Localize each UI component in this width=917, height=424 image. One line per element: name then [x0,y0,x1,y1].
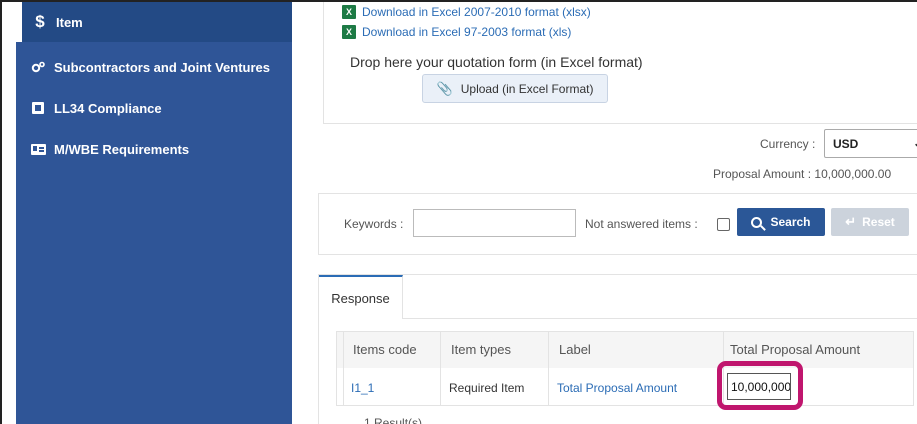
excel-icon: X [342,25,356,39]
download-xls-link[interactable]: X Download in Excel 97-2003 format (xls) [342,25,571,39]
sidebar-item-label: Item [56,14,83,30]
tab-response[interactable]: Response [319,275,403,319]
sidebar-item-item[interactable]: $ Item [16,2,292,42]
item-code-link[interactable]: I1_1 [351,381,374,395]
not-answered-checkbox[interactable] [717,218,730,231]
search-button-label: Search [770,215,811,229]
chevron-down-icon: ⌄ [913,136,917,150]
currency-value: USD [833,136,859,151]
sidebar-item-subcontractors[interactable]: Subcontractors and Joint Ventures [16,47,292,87]
column-divider [440,331,441,406]
results-count: 1 Result(s) [364,416,423,424]
excel-icon: X [342,5,356,19]
sidebar-item-mwbe[interactable]: M/WBE Requirements [16,129,292,169]
box-icon [28,102,48,114]
drop-zone-text: Drop here your quotation form (in Excel … [350,54,643,70]
item-type: Required Item [449,381,525,395]
sidebar-item-label: M/WBE Requirements [54,141,190,157]
reset-button-label: Reset [862,215,895,229]
upload-button-label: Upload (in Excel Format) [460,81,594,96]
total-proposal-amount-input[interactable] [727,373,791,400]
app-frame: $ Item Subcontractors and Joint Ventures… [0,0,917,424]
keywords-label: Keywords : [344,217,404,231]
not-answered-label: Not answered items : [585,217,698,231]
sidebar-item-ll34[interactable]: LL34 Compliance [16,88,292,128]
sidebar-item-label: LL34 Compliance [54,100,162,116]
undo-arrow-icon: ↵ [845,214,857,229]
reset-button[interactable]: ↵ Reset [831,208,909,236]
download-xls-label: Download in Excel 97-2003 format (xls) [362,25,572,39]
column-header-total-proposal-amount[interactable]: Total Proposal Amount [730,342,860,357]
search-button[interactable]: Search [737,208,825,236]
download-xlsx-link[interactable]: X Download in Excel 2007-2010 format (xl… [342,5,591,19]
upload-button[interactable]: 📎 Upload (in Excel Format) [422,74,608,103]
dollar-icon: $ [35,12,45,31]
currency-label: Currency : [760,137,816,151]
proposal-amount: Proposal Amount : 10,000,000.00 [713,167,892,181]
column-divider [548,331,549,406]
paperclip-icon: 📎 [436,80,453,96]
column-header-label[interactable]: Label [559,342,591,357]
search-icon [751,216,763,228]
gears-icon [28,61,48,73]
keywords-input[interactable] [413,209,576,237]
download-xlsx-label: Download in Excel 2007-2010 format (xlsx… [362,5,591,19]
upload-panel: X Download in Excel 2007-2010 format (xl… [323,2,917,124]
column-header-item-types[interactable]: Item types [451,342,511,357]
sidebar-item-label: Subcontractors and Joint Ventures [54,59,270,75]
column-header-items-code[interactable]: Items code [353,342,417,357]
item-label-link[interactable]: Total Proposal Amount [557,381,677,395]
tab-divider [403,318,917,319]
sidebar: $ Item Subcontractors and Joint Ventures… [16,2,292,424]
currency-select[interactable]: USD ⌄ [824,129,917,158]
id-card-icon [28,143,48,155]
column-divider [343,331,344,406]
